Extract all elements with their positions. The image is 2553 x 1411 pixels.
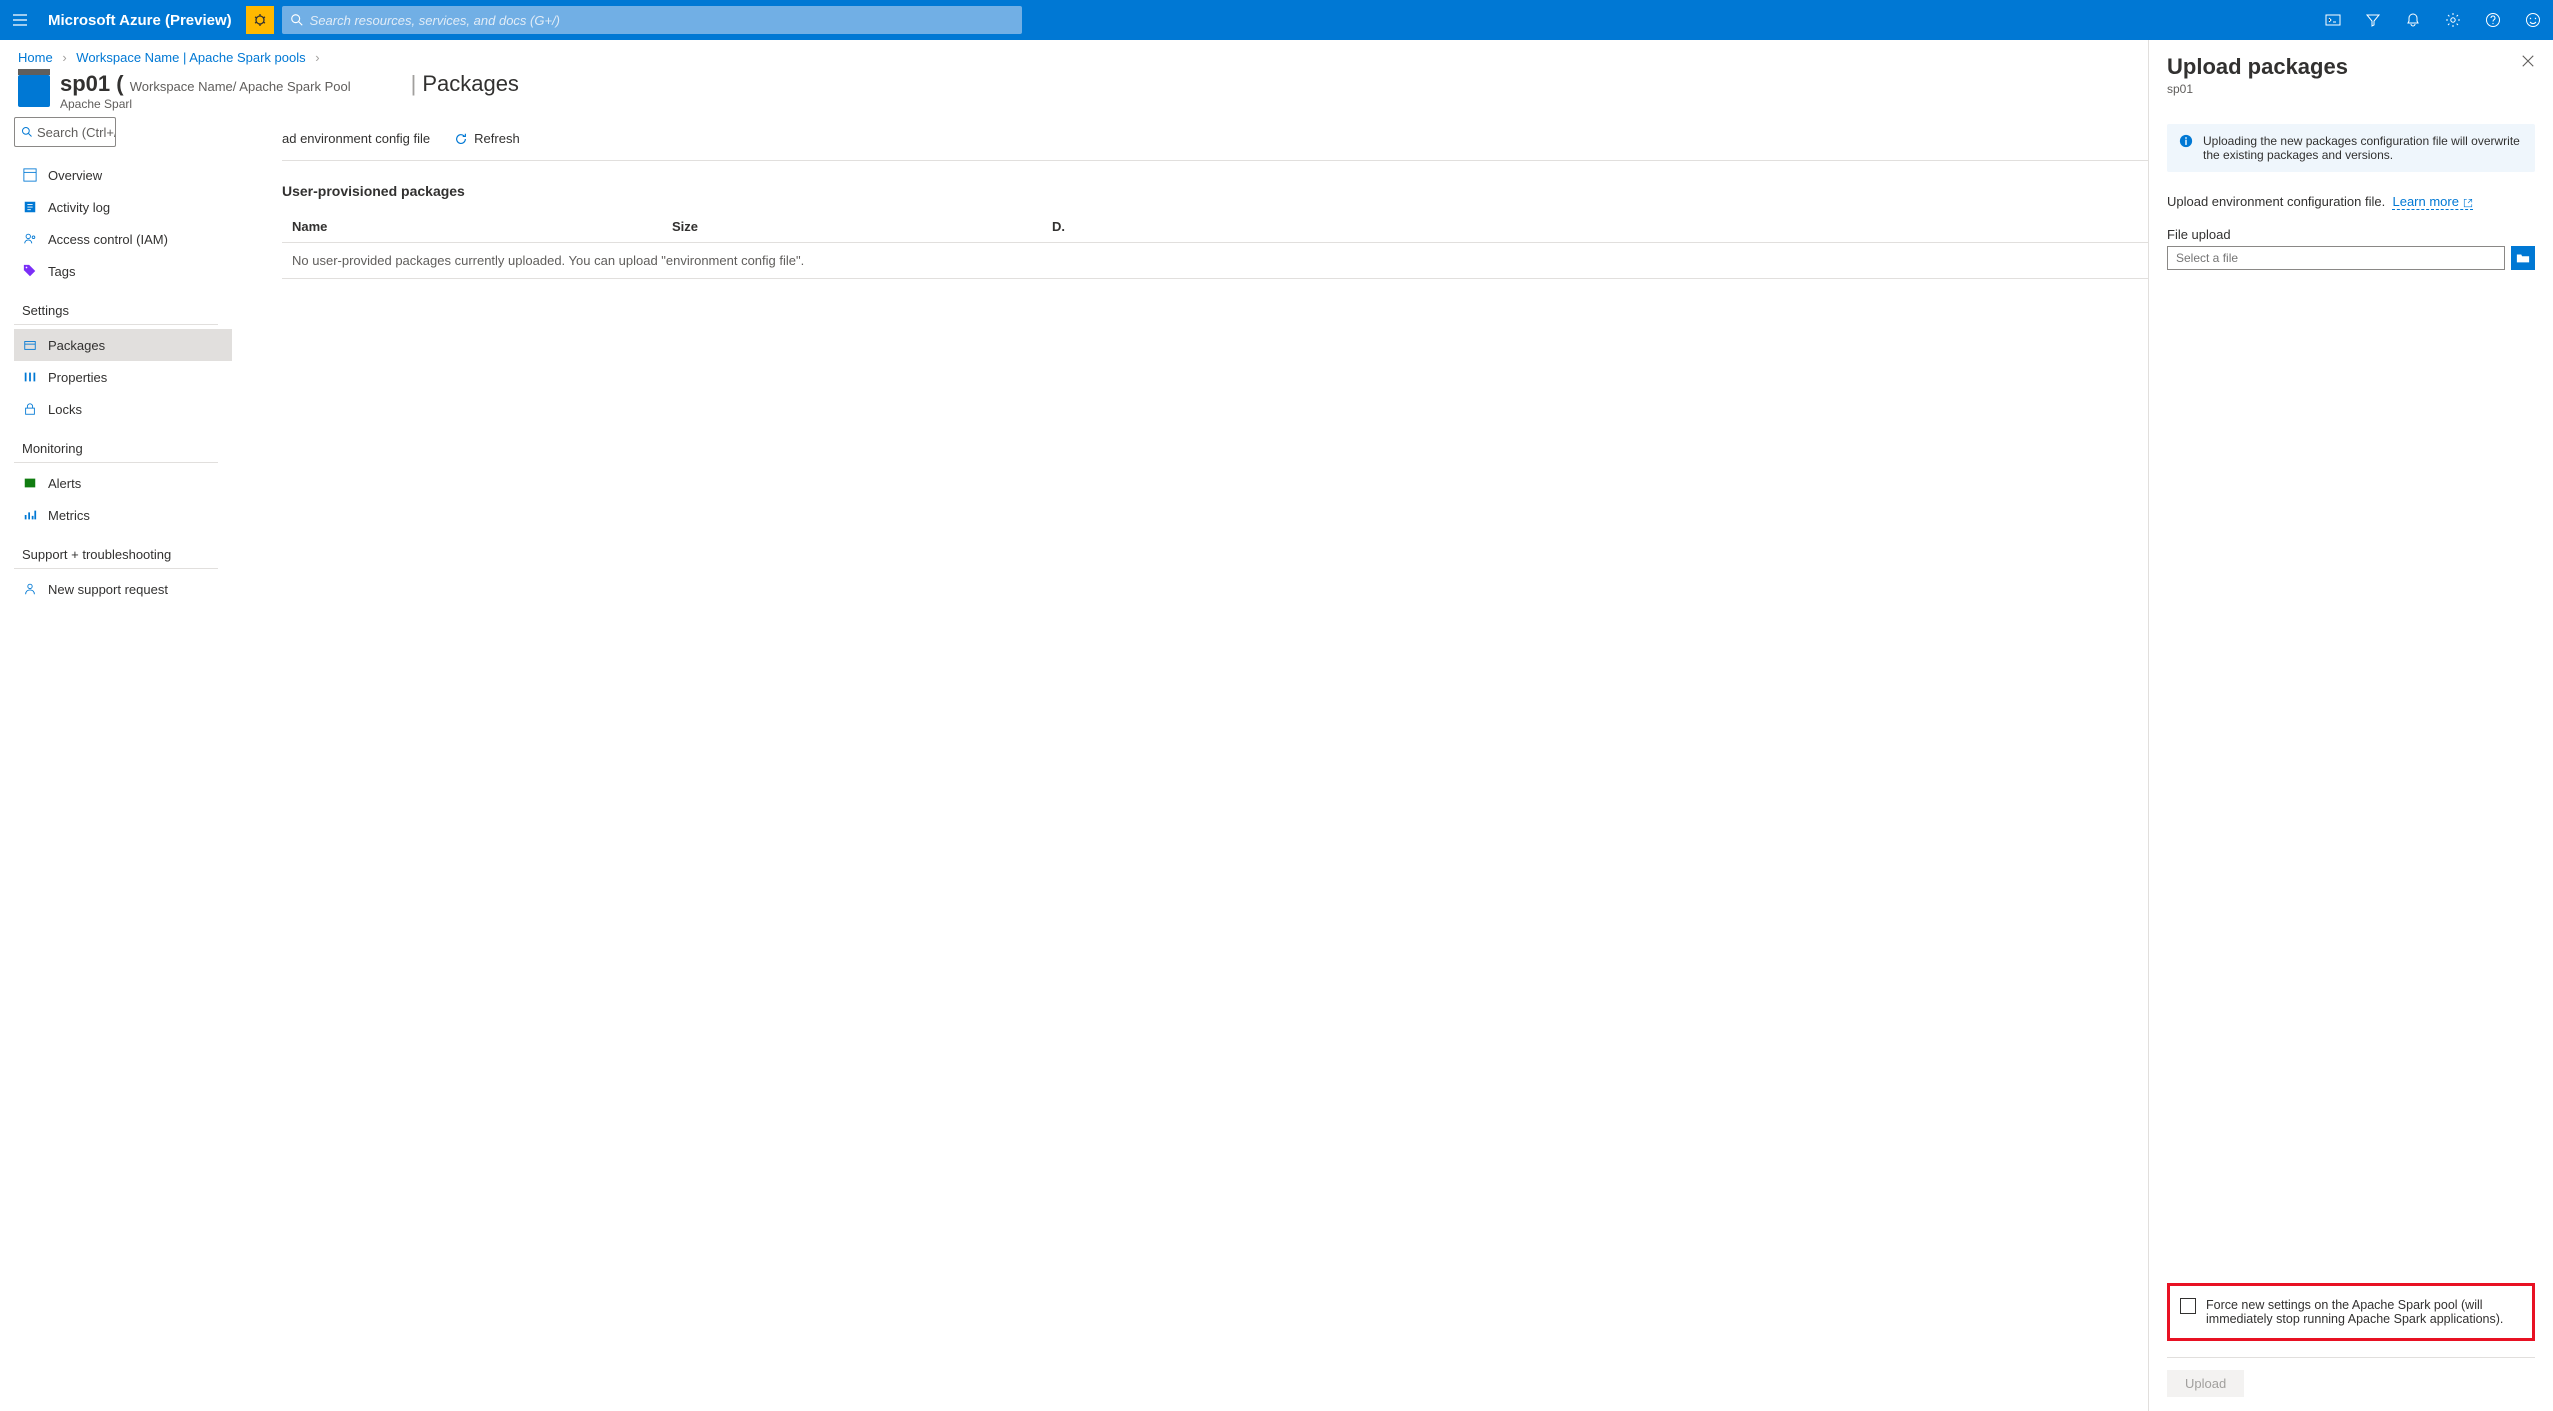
global-search-input[interactable] — [310, 13, 1014, 28]
alerts-icon — [22, 476, 38, 490]
upload-description-text: Upload environment configuration file. — [2167, 194, 2385, 209]
panel-subname: sp01 — [2167, 82, 2535, 96]
tags-icon — [22, 264, 38, 278]
force-settings-highlight: Force new settings on the Apache Spark p… — [2167, 1283, 2535, 1341]
filter-icon — [2365, 12, 2381, 28]
panel-footer: Upload — [2167, 1357, 2535, 1397]
nav-label: Alerts — [48, 476, 81, 491]
help-button[interactable] — [2473, 0, 2513, 40]
chevron-right-icon: › — [315, 50, 319, 65]
close-button[interactable] — [2521, 54, 2535, 68]
nav-group-settings: Settings — [14, 287, 218, 325]
toolbar-label: Refresh — [474, 131, 520, 146]
force-settings-checkbox[interactable] — [2180, 1298, 2196, 1314]
folder-icon — [2516, 251, 2530, 265]
global-search[interactable] — [282, 6, 1022, 34]
refresh-icon — [454, 132, 468, 146]
page-title: sp01 ( Workspace Name/ Apache Spark Pool — [60, 71, 351, 97]
nav-label: Access control (IAM) — [48, 232, 168, 247]
breadcrumb-workspace[interactable]: Workspace Name | Apache Spark pools — [76, 50, 305, 65]
file-upload-label: File upload — [2167, 227, 2535, 242]
pool-name: sp01 ( — [60, 71, 124, 96]
bell-icon — [2405, 12, 2421, 28]
left-nav: Search (Ctrl+/) Overview Activity log Ac… — [0, 117, 232, 605]
nav-label: Overview — [48, 168, 102, 183]
external-link-icon — [2463, 198, 2473, 208]
nav-access-control[interactable]: Access control (IAM) — [14, 223, 232, 255]
learn-more-link[interactable]: Learn more — [2392, 194, 2472, 210]
section-title-text: Packages — [422, 71, 519, 97]
nav-metrics[interactable]: Metrics — [14, 499, 232, 531]
panel-title: Upload packages — [2167, 54, 2521, 80]
settings-button[interactable] — [2433, 0, 2473, 40]
pool-path: Workspace Name/ Apache Spark Pool — [130, 79, 351, 94]
nav-group-support: Support + troubleshooting — [14, 531, 218, 569]
nav-tags[interactable]: Tags — [14, 255, 232, 287]
properties-icon — [22, 370, 38, 384]
nav-activity-log[interactable]: Activity log — [14, 191, 232, 223]
feedback-icon — [2525, 12, 2541, 28]
cloud-shell-icon — [2325, 12, 2341, 28]
nav-properties[interactable]: Properties — [14, 361, 232, 393]
overview-icon — [22, 168, 38, 182]
upload-env-config-button[interactable]: ad environment config file — [282, 131, 430, 146]
close-icon — [2521, 54, 2535, 68]
packages-icon — [22, 338, 38, 352]
nav-new-support-request[interactable]: New support request — [14, 573, 232, 605]
feedback-button[interactable] — [2513, 0, 2553, 40]
spark-pool-icon — [18, 75, 50, 107]
iam-icon — [22, 232, 38, 246]
activity-log-icon — [22, 200, 38, 214]
info-text: Uploading the new packages configuration… — [2203, 134, 2523, 162]
nav-label: Metrics — [48, 508, 90, 523]
nav-label: Tags — [48, 264, 75, 279]
force-settings-label: Force new settings on the Apache Spark p… — [2206, 1298, 2522, 1326]
metrics-icon — [22, 508, 38, 522]
nav-search-placeholder: Search (Ctrl+/) — [37, 125, 116, 140]
directory-button[interactable] — [2353, 0, 2393, 40]
topbar-right-icons — [2313, 0, 2553, 40]
resource-type-label: Apache Sparl — [60, 97, 351, 111]
lock-icon — [22, 402, 38, 416]
chevron-right-icon: › — [62, 50, 66, 65]
brand-label[interactable]: Microsoft Azure (Preview) — [40, 12, 246, 29]
nav-label: Packages — [48, 338, 105, 353]
nav-packages[interactable]: Packages — [14, 329, 232, 361]
support-icon — [22, 582, 38, 596]
nav-group-monitoring: Monitoring — [14, 425, 218, 463]
nav-overview[interactable]: Overview — [14, 159, 232, 191]
nav-label: New support request — [48, 582, 168, 597]
hamburger-icon — [12, 12, 28, 28]
section-title: |Packages — [411, 71, 519, 97]
th-name[interactable]: Name — [292, 219, 672, 234]
preview-bug-button[interactable] — [246, 6, 274, 34]
breadcrumb-home[interactable]: Home — [18, 50, 53, 65]
hamburger-menu[interactable] — [0, 0, 40, 40]
gear-icon — [2445, 12, 2461, 28]
upload-packages-panel: Upload packages sp01 Uploading the new p… — [2148, 40, 2553, 1411]
upload-button[interactable]: Upload — [2167, 1370, 2244, 1397]
info-icon — [2179, 134, 2193, 162]
nav-alerts[interactable]: Alerts — [14, 467, 232, 499]
nav-search[interactable]: Search (Ctrl+/) — [14, 117, 116, 147]
th-size[interactable]: Size — [672, 219, 1052, 234]
search-icon — [290, 13, 304, 27]
upload-description: Upload environment configuration file. L… — [2167, 194, 2535, 209]
nav-label: Properties — [48, 370, 107, 385]
notifications-button[interactable] — [2393, 0, 2433, 40]
nav-label: Activity log — [48, 200, 110, 215]
bug-icon — [252, 12, 268, 28]
nav-locks[interactable]: Locks — [14, 393, 232, 425]
file-select-input[interactable] — [2167, 246, 2505, 270]
browse-file-button[interactable] — [2511, 246, 2535, 270]
help-icon — [2485, 12, 2501, 28]
cloud-shell-button[interactable] — [2313, 0, 2353, 40]
toolbar-label: ad environment config file — [282, 131, 430, 146]
th-date[interactable]: D. — [1052, 219, 1065, 234]
top-bar: Microsoft Azure (Preview) — [0, 0, 2553, 40]
refresh-button[interactable]: Refresh — [454, 131, 520, 146]
info-box: Uploading the new packages configuration… — [2167, 124, 2535, 172]
nav-label: Locks — [48, 402, 82, 417]
search-icon — [21, 126, 33, 138]
